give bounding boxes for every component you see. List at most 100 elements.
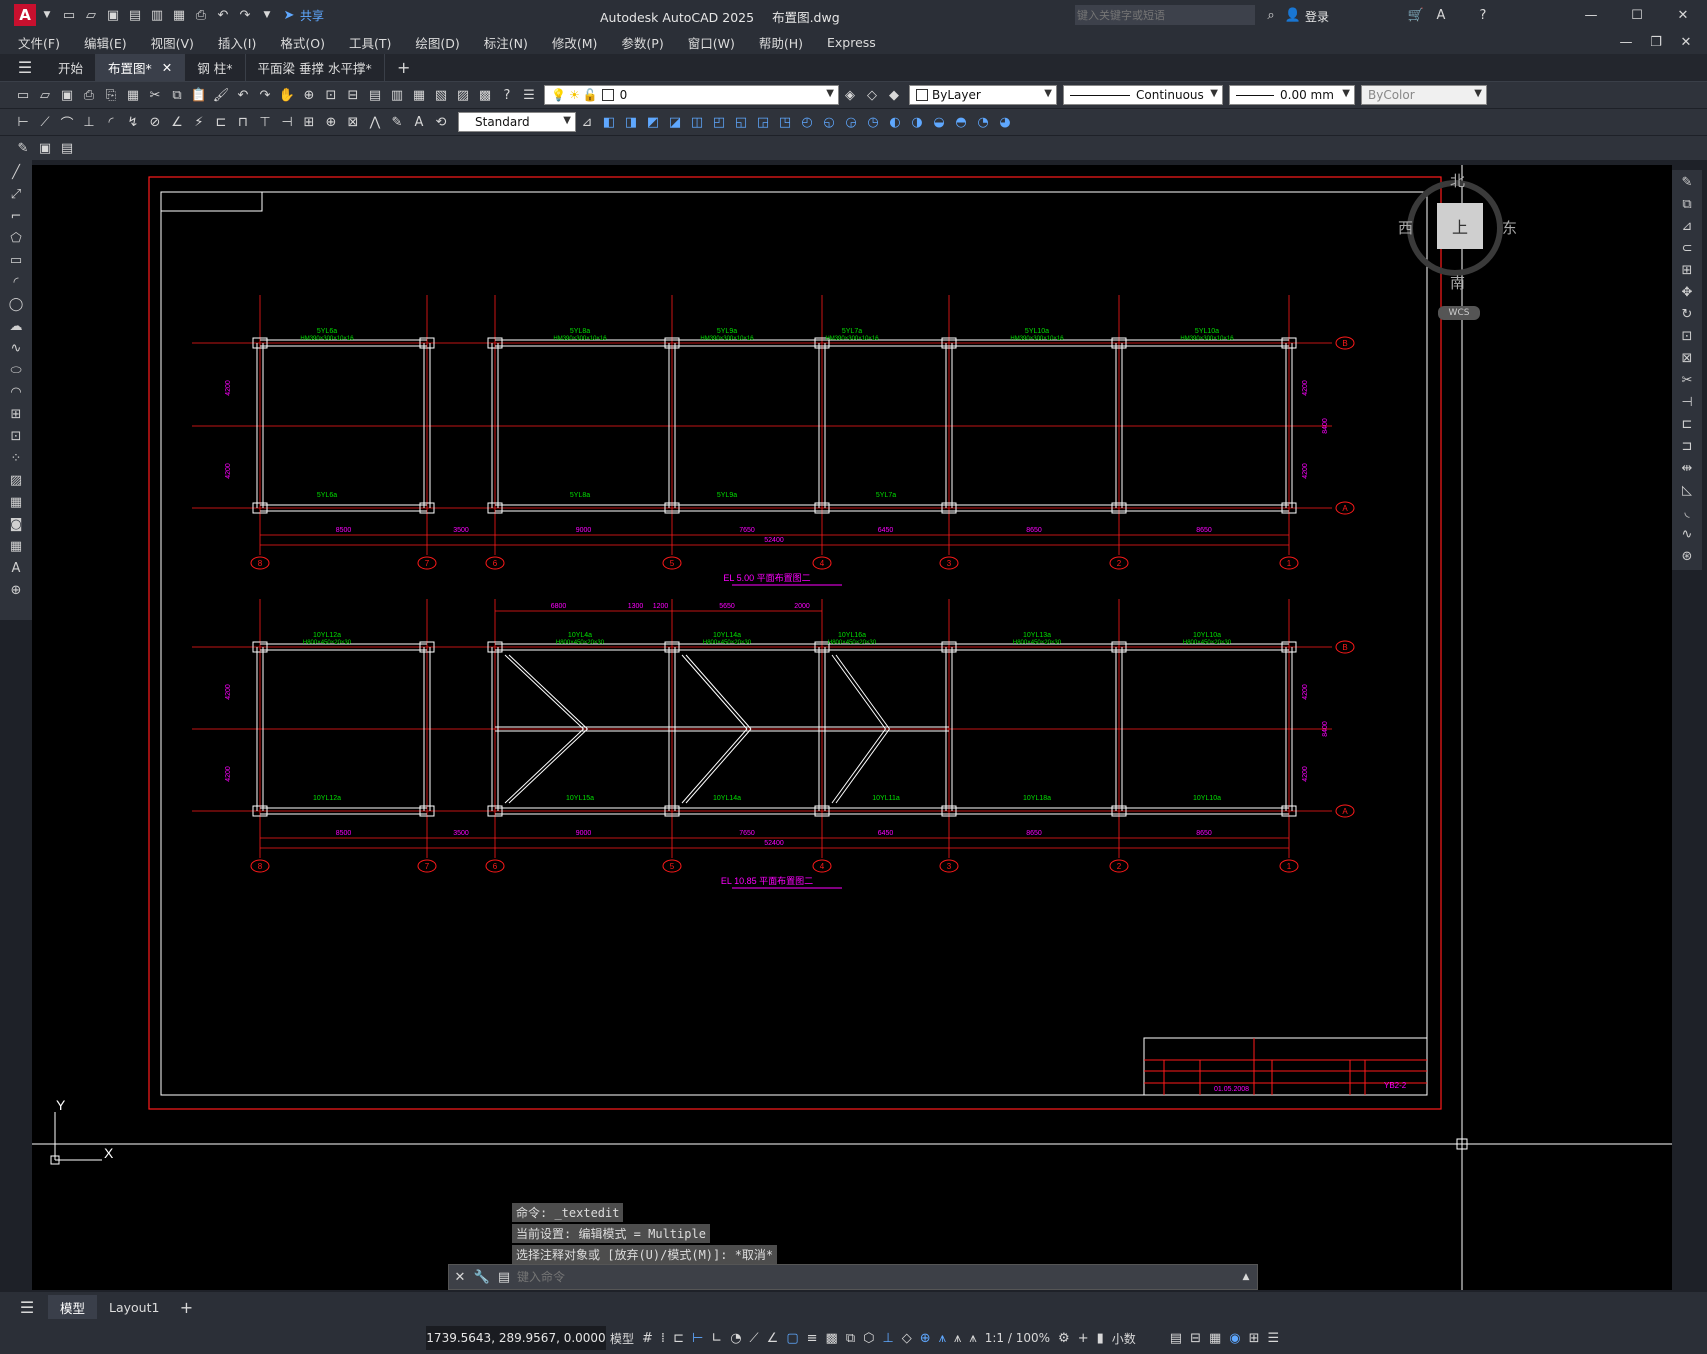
light-icon[interactable]: ◑ bbox=[908, 113, 926, 131]
add-selected-icon[interactable]: ⊕ bbox=[5, 580, 27, 600]
grid-icon[interactable]: # bbox=[642, 1331, 653, 1346]
ortho-icon[interactable]: ∟ bbox=[711, 1331, 722, 1346]
orbit-icon[interactable]: ◶ bbox=[842, 113, 860, 131]
expand-history-icon[interactable]: ▲ bbox=[1237, 1268, 1255, 1286]
break-icon[interactable]: ⊐ bbox=[1676, 436, 1698, 456]
material-icon[interactable]: ◒ bbox=[930, 113, 948, 131]
units-value[interactable]: 小数 bbox=[1112, 1330, 1136, 1347]
object-snap-icon[interactable]: ▢ bbox=[786, 1331, 798, 1346]
dynamic-input-icon[interactable]: ⊢ bbox=[692, 1331, 703, 1346]
array-icon[interactable]: ⊞ bbox=[1676, 260, 1698, 280]
menu-view[interactable]: 视图(V) bbox=[139, 33, 206, 52]
search-icon[interactable]: ⌕ bbox=[1262, 6, 1280, 24]
search-input[interactable] bbox=[1075, 7, 1249, 23]
jogged-icon[interactable]: ↯ bbox=[124, 113, 142, 131]
coordinate-display[interactable]: 1739.5643, 289.9567, 0.0000 bbox=[426, 1326, 606, 1350]
angular-icon[interactable]: ∠ bbox=[168, 113, 186, 131]
gizmo-icon[interactable]: ⊕ bbox=[920, 1331, 931, 1346]
erase-icon[interactable]: ✎ bbox=[1676, 172, 1698, 192]
zoom-window-icon[interactable]: ⊡ bbox=[322, 86, 340, 104]
tool-palettes-icon[interactable]: ▦ bbox=[410, 86, 428, 104]
extend-icon[interactable]: ⊣ bbox=[1676, 392, 1698, 412]
view-bottom-icon[interactable]: ◩ bbox=[644, 113, 662, 131]
blend-icon[interactable]: ∿ bbox=[1676, 524, 1698, 544]
app-logo[interactable]: A bbox=[14, 4, 36, 26]
sheet-set-icon[interactable]: ▧ bbox=[432, 86, 450, 104]
fly-icon[interactable]: ◕ bbox=[996, 113, 1014, 131]
trim-icon[interactable]: ✂ bbox=[1676, 370, 1698, 390]
layer-states-icon[interactable]: ◆ bbox=[885, 86, 903, 104]
clean-screen-icon[interactable]: ⊞ bbox=[1249, 1331, 1260, 1346]
viewcube-face-top[interactable]: 上 bbox=[1437, 203, 1483, 249]
print-preview-icon[interactable]: ⎘ bbox=[102, 86, 120, 104]
save-web-icon[interactable]: ▦ bbox=[170, 6, 188, 24]
view-right-icon[interactable]: ◫ bbox=[688, 113, 706, 131]
print-icon[interactable]: ⎙ bbox=[80, 86, 98, 104]
menu-parametric[interactable]: 参数(P) bbox=[609, 33, 675, 52]
drawing-svg[interactable]: YB2-2 01.05.2008 6800 1300 1200 5650 2000 5YL… bbox=[32, 165, 1672, 1290]
doc-minimize-icon[interactable]: — bbox=[1617, 33, 1635, 51]
continue-icon[interactable]: ⊓ bbox=[234, 113, 252, 131]
ellipse-icon[interactable]: ⬭ bbox=[5, 360, 27, 380]
menu-file[interactable]: 文件(F) bbox=[6, 33, 72, 52]
user-icon[interactable]: 👤 bbox=[1284, 6, 1302, 24]
menu-format[interactable]: 格式(O) bbox=[268, 33, 337, 52]
hamburger-menu-icon[interactable]: ☰ bbox=[18, 1298, 36, 1317]
share-button[interactable]: 共享 bbox=[300, 7, 324, 24]
attribute-manager-icon[interactable]: ▤ bbox=[58, 139, 76, 157]
point-icon[interactable]: ⁘ bbox=[5, 448, 27, 468]
copy-icon[interactable]: ⧉ bbox=[168, 86, 186, 104]
layer-properties-icon[interactable]: ☰ bbox=[520, 86, 538, 104]
color-dropdown[interactable]: ByLayer ▼ bbox=[909, 85, 1057, 105]
annotation-visibility-icon[interactable]: ⩚ bbox=[939, 1331, 946, 1346]
save-icon[interactable]: ▣ bbox=[104, 6, 122, 24]
menu-dimension[interactable]: 标注(N) bbox=[472, 33, 540, 52]
inspect-icon[interactable]: ⊠ bbox=[344, 113, 362, 131]
wcs-menu[interactable]: WCS bbox=[1438, 306, 1480, 320]
tab-layout-drawing[interactable]: 布置图* ✕ bbox=[96, 54, 186, 81]
new-icon[interactable]: ▭ bbox=[14, 86, 32, 104]
linetype-dropdown[interactable]: Continuous ▼ bbox=[1063, 85, 1223, 105]
isometric-icon[interactable]: ⟋ bbox=[750, 1331, 759, 1346]
diameter-icon[interactable]: ⊘ bbox=[146, 113, 164, 131]
doc-close-icon[interactable]: ✕ bbox=[1677, 33, 1695, 51]
view-sw-icon[interactable]: ◲ bbox=[754, 113, 772, 131]
make-current-icon[interactable]: ◈ bbox=[841, 86, 859, 104]
view-se-icon[interactable]: ◳ bbox=[776, 113, 794, 131]
layer-dropdown[interactable]: 💡 ☀ 🔓 0 ▼ bbox=[544, 85, 839, 105]
view-front-icon[interactable]: ◰ bbox=[710, 113, 728, 131]
chamfer-icon[interactable]: ◺ bbox=[1676, 480, 1698, 500]
break-at-point-icon[interactable]: ⊏ bbox=[1676, 414, 1698, 434]
paste-icon[interactable]: 📋 bbox=[190, 86, 208, 104]
login-button[interactable]: 登录 bbox=[1305, 8, 1329, 25]
center-mark-icon[interactable]: ⊕ bbox=[322, 113, 340, 131]
tab-layout1[interactable]: Layout1 bbox=[97, 1295, 171, 1319]
menu-insert[interactable]: 插入(I) bbox=[206, 33, 268, 52]
close-icon[interactable]: ✕ bbox=[1674, 6, 1692, 24]
recent-commands-icon[interactable]: ▤ bbox=[495, 1268, 513, 1286]
graphics-performance-icon[interactable]: ◉ bbox=[1229, 1331, 1240, 1346]
space-icon[interactable]: ⊤ bbox=[256, 113, 274, 131]
tab-steel-column[interactable]: 钢 柱* bbox=[185, 54, 246, 81]
undo-icon[interactable]: ↶ bbox=[234, 86, 252, 104]
rotate-icon[interactable]: ↻ bbox=[1676, 304, 1698, 324]
tab-plan-beams[interactable]: 平面梁 垂撑 水平撑* bbox=[246, 54, 385, 81]
view-3d-icon[interactable]: ◧ bbox=[600, 113, 618, 131]
quick-properties-icon[interactable]: ▤ bbox=[1170, 1331, 1182, 1346]
transparency-icon[interactable]: ▩ bbox=[826, 1331, 838, 1346]
annotation-scale-icon[interactable]: ⩚ bbox=[969, 1331, 976, 1346]
mirror-icon[interactable]: ⊿ bbox=[1676, 216, 1698, 236]
customization-icon[interactable]: ☰ bbox=[1268, 1331, 1280, 1346]
linear-dim-icon[interactable]: ⊢ bbox=[14, 113, 32, 131]
line-icon[interactable]: ╱ bbox=[5, 162, 27, 182]
make-block-icon[interactable]: ⊡ bbox=[5, 426, 27, 446]
table-icon[interactable]: ▦ bbox=[5, 536, 27, 556]
chevron-down-icon[interactable]: ▼ bbox=[38, 6, 56, 24]
new-tab-icon[interactable]: + bbox=[395, 58, 413, 77]
menu-tools[interactable]: 工具(T) bbox=[337, 33, 403, 52]
join-icon[interactable]: ⇹ bbox=[1676, 458, 1698, 478]
properties-icon[interactable]: ▤ bbox=[366, 86, 384, 104]
viewcube[interactable]: 上 北 南 东 西 WCS bbox=[1398, 170, 1517, 320]
match-properties-icon[interactable]: 🖌 bbox=[212, 86, 230, 104]
baseline-icon[interactable]: ⊏ bbox=[212, 113, 230, 131]
